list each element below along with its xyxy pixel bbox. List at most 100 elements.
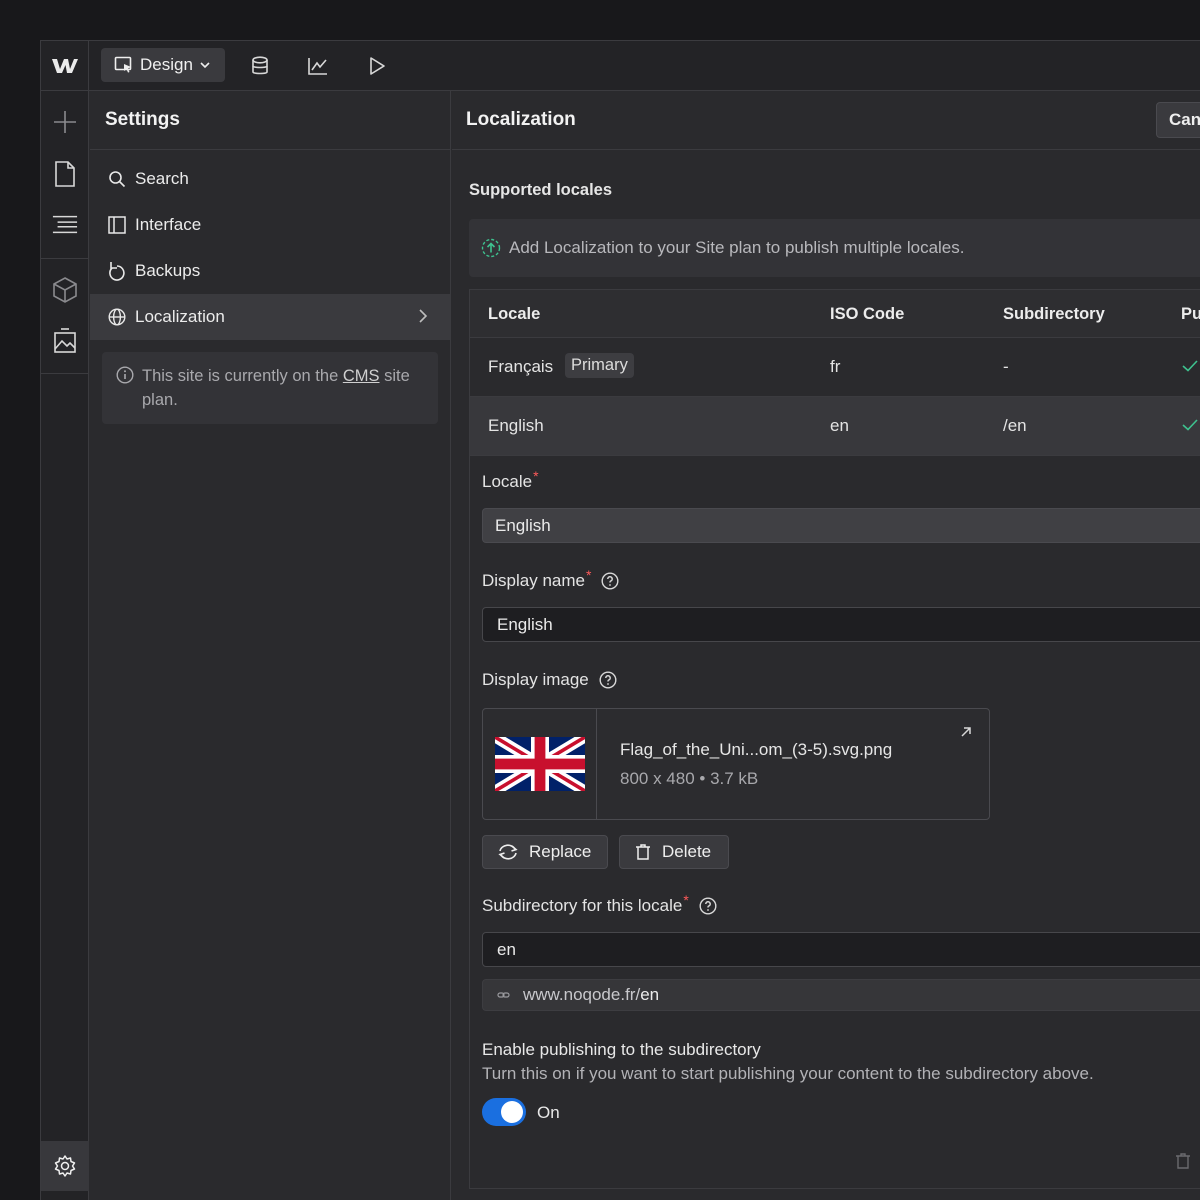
table-row[interactable]: English en /en (470, 397, 1200, 456)
add-icon[interactable] (52, 109, 78, 135)
published-check-icon (1182, 360, 1198, 372)
subdirectory-input[interactable]: en (482, 932, 1200, 967)
url-prefix: www.noqode.fr/ (523, 985, 641, 1004)
display-name-input[interactable]: English (482, 607, 1200, 642)
publishing-toggle[interactable] (482, 1098, 526, 1126)
column-header-subdirectory: Subdirectory (1003, 305, 1105, 323)
primary-badge: Primary (565, 353, 634, 378)
display-image-card[interactable]: Flag_of_the_Uni...om_(3-5).svg.png 800 x… (482, 708, 990, 820)
settings-title: Settings (90, 91, 450, 150)
column-header-locale: Locale (488, 305, 541, 323)
display-image-label: Display image (482, 670, 617, 690)
plan-name-link[interactable]: CMS (343, 367, 380, 385)
upgrade-banner-text: Add Localization to your Site plan to pu… (509, 238, 965, 257)
display-name-label: Display name * (482, 567, 619, 591)
settings-panel: Settings Search Interface Backups Locali… (90, 91, 451, 1200)
help-icon[interactable] (699, 897, 717, 915)
settings-item-label: Search (135, 169, 189, 188)
navigator-icon[interactable] (52, 211, 78, 237)
enable-publishing-title: Enable publishing to the subdirectory (482, 1040, 761, 1059)
settings-gear-icon[interactable] (41, 1141, 89, 1191)
subdirectory: /en (1003, 416, 1027, 435)
settings-item-interface[interactable]: Interface (90, 202, 450, 248)
search-icon (108, 170, 126, 188)
subdirectory: - (1003, 357, 1009, 376)
replace-icon (497, 843, 519, 861)
image-file-name: Flag_of_the_Uni...om_(3-5).svg.png (620, 740, 893, 759)
cancel-button[interactable]: Can (1156, 102, 1200, 138)
settings-item-label: Backups (135, 261, 201, 280)
replace-button[interactable]: Replace (482, 835, 608, 869)
section-title: Supported locales (469, 181, 613, 199)
assets-icon[interactable] (52, 328, 78, 354)
locale-select[interactable]: English (482, 508, 1200, 543)
settings-item-label: Localization (135, 307, 225, 326)
link-icon (497, 990, 511, 1000)
settings-nav: Search Interface Backups Localization (90, 150, 450, 340)
design-mode-label: Design (140, 55, 193, 74)
play-icon[interactable] (365, 54, 389, 78)
required-marker: * (586, 567, 592, 583)
url-preview: www.noqode.fr/en (482, 979, 1200, 1011)
localization-main: Localization Can Supported locales Add L… (452, 91, 1200, 1200)
help-icon[interactable] (599, 671, 617, 689)
settings-item-search[interactable]: Search (90, 156, 450, 202)
locale-label: Locale * (482, 468, 539, 492)
plan-info-box: This site is currently on the CMS site p… (102, 352, 438, 424)
display-name-label-text: Display name (482, 571, 585, 590)
iso-code: fr (830, 357, 841, 376)
chevron-down-icon (199, 60, 211, 70)
page-title-bar: Localization Can (452, 91, 1200, 150)
table-header: Locale ISO Code Subdirectory Pu (470, 290, 1200, 338)
settings-item-localization[interactable]: Localization (90, 294, 450, 340)
page-icon[interactable] (52, 161, 78, 187)
settings-item-backups[interactable]: Backups (90, 248, 450, 294)
required-marker: * (533, 468, 539, 484)
delete-locale-icon[interactable] (1175, 1152, 1191, 1170)
backup-icon (108, 261, 126, 281)
iso-code: en (830, 416, 849, 435)
trash-icon (634, 843, 652, 861)
display-image-label-text: Display image (482, 670, 589, 689)
upgrade-arrow-icon (481, 238, 501, 258)
replace-label: Replace (529, 842, 592, 861)
globe-icon (108, 308, 126, 326)
uk-flag-thumbnail (483, 709, 597, 819)
url-suffix: en (640, 985, 660, 1004)
delete-label: Delete (662, 842, 712, 861)
analytics-icon[interactable] (306, 54, 330, 78)
design-icon (114, 56, 134, 74)
webflow-logo-icon[interactable] (41, 41, 89, 91)
left-rail (41, 91, 89, 1200)
help-icon[interactable] (601, 572, 619, 590)
plan-info-prefix: This site is currently on the (142, 367, 343, 385)
enable-publishing-description: Turn this on if you want to start publis… (482, 1064, 1094, 1083)
components-icon[interactable] (52, 277, 78, 303)
table-row[interactable]: Français Primary fr - (470, 338, 1200, 397)
design-mode-button[interactable]: Design (101, 48, 225, 82)
database-icon[interactable] (248, 54, 272, 78)
column-header-published: Pu (1181, 305, 1200, 323)
subdirectory-label: Subdirectory for this locale * (482, 892, 717, 916)
column-header-iso: ISO Code (830, 305, 905, 323)
locale-name: English (488, 416, 544, 435)
published-check-icon (1182, 419, 1198, 431)
required-marker: * (683, 892, 689, 908)
info-icon (116, 366, 134, 384)
image-file-meta: 800 x 480 • 3.7 kB (620, 769, 759, 788)
open-external-icon[interactable] (959, 725, 973, 739)
page-title: Localization (466, 109, 576, 130)
locale-name: Français (488, 357, 554, 376)
toggle-knob (501, 1101, 523, 1123)
upgrade-banner: Add Localization to your Site plan to pu… (469, 219, 1200, 277)
subdirectory-label-text: Subdirectory for this locale (482, 896, 683, 915)
settings-item-label: Interface (135, 215, 202, 234)
toggle-state-label: On (537, 1103, 560, 1122)
top-bar: Design (41, 41, 1200, 91)
locales-table: Locale ISO Code Subdirectory Pu Français… (469, 289, 1200, 1189)
locale-label-text: Locale (482, 472, 533, 491)
interface-icon (108, 216, 126, 234)
chevron-right-icon (418, 308, 428, 324)
delete-button[interactable]: Delete (619, 835, 729, 869)
app-window: Design Settings Search Interface Backups… (40, 40, 1200, 1200)
